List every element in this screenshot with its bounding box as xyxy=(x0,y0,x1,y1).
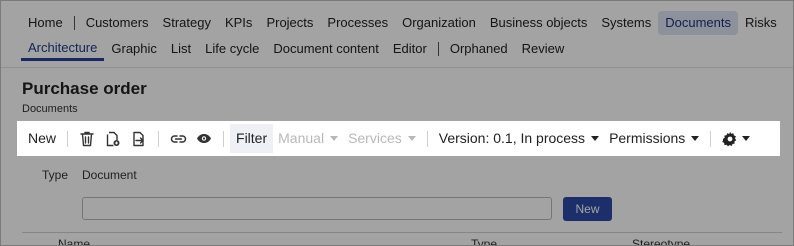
version-dropdown[interactable]: Version: 0.1, In process xyxy=(434,124,604,153)
document-toolbar: New Filter Manual Services Version: 0.1,… xyxy=(17,121,780,156)
trash-icon[interactable] xyxy=(74,124,100,153)
permissions-dropdown[interactable]: Permissions xyxy=(604,124,704,153)
chevron-down-icon xyxy=(330,136,339,141)
permissions-dropdown-label: Permissions xyxy=(609,130,686,146)
link-icon[interactable] xyxy=(165,124,191,153)
filter-button[interactable]: Filter xyxy=(230,124,274,153)
manual-dropdown: Manual xyxy=(273,124,343,153)
toolbar-separator xyxy=(426,130,428,147)
toolbar-separator xyxy=(67,130,69,147)
gear-icon xyxy=(722,131,737,146)
eye-icon[interactable] xyxy=(191,124,217,153)
version-dropdown-label: Version: 0.1, In process xyxy=(438,130,586,146)
toolbar-separator xyxy=(710,130,712,147)
chevron-down-icon xyxy=(691,136,700,141)
toolbar-new-button[interactable]: New xyxy=(17,124,61,153)
manual-dropdown-label: Manual xyxy=(278,130,325,146)
services-dropdown: Services xyxy=(343,124,421,153)
toolbar-separator xyxy=(158,130,160,147)
services-dropdown-label: Services xyxy=(348,130,402,146)
chevron-down-icon xyxy=(742,136,751,141)
chevron-down-icon xyxy=(407,136,416,141)
toolbar-separator xyxy=(223,130,225,147)
chevron-down-icon xyxy=(591,136,600,141)
settings-dropdown[interactable] xyxy=(717,124,755,153)
move-document-icon[interactable] xyxy=(126,124,152,153)
copy-document-icon[interactable] xyxy=(100,124,126,153)
app-frame: Home Customers Strategy KPIs Projects Pr… xyxy=(0,0,794,246)
